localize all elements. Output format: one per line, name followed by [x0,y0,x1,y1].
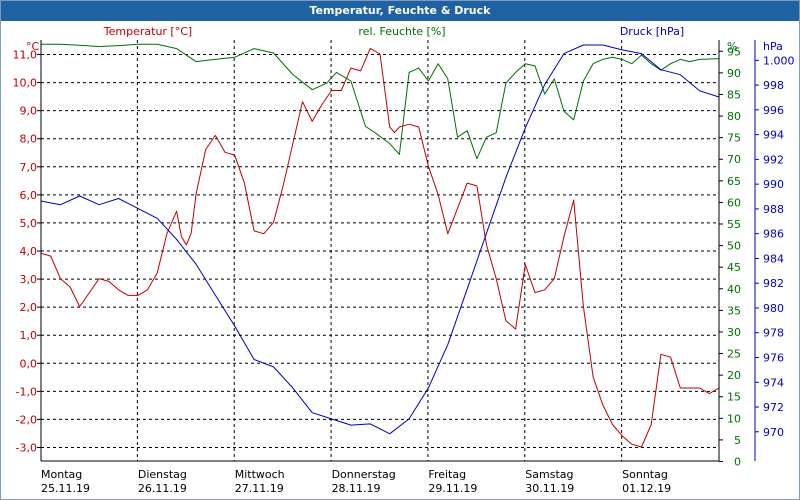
x-tick-date: 27.11.19 [235,482,284,495]
pressure-tick-label: 982 [763,277,784,290]
pressure-tick-label: 974 [763,376,784,389]
x-tick-day: Mittwoch [235,468,285,481]
temperature-tick-label: 8,0 [20,133,38,146]
temperature-tick-label: 2,0 [20,301,38,314]
humidity-tick-label: 45 [727,261,741,274]
x-tick-day: Donnerstag [332,468,396,481]
temperature-axis-title: Temperatur [°C] [103,25,192,38]
pressure-tick-label: 996 [763,104,784,117]
pressure-tick-label: 998 [763,79,784,92]
humidity-tick-label: 60 [727,196,741,209]
x-tick-date: 01.12.19 [622,482,671,495]
pressure-tick-label: 986 [763,228,784,241]
pressure-tick-label: 988 [763,203,784,216]
pressure-tick-label: 980 [763,302,784,315]
x-tick-day: Sonntag [622,468,668,481]
humidity-series-line [41,43,720,160]
humidity-tick-label: 25 [727,348,741,361]
humidity-tick-label: 50 [727,240,741,253]
humidity-tick-label: 40 [727,283,741,296]
humidity-tick-label: 55 [727,218,741,231]
x-tick-date: 25.11.19 [41,482,90,495]
temperature-unit: °C [26,40,40,53]
temperature-tick-label: -1,0 [16,385,37,398]
x-tick-date: 28.11.19 [332,482,381,495]
humidity-tick-label: 15 [727,391,741,404]
humidity-tick-label: 30 [727,326,741,339]
temperature-tick-label: 7,0 [20,161,38,174]
humidity-tick-label: 35 [727,304,741,317]
humidity-tick-label: 10 [727,412,741,425]
temperature-tick-label: -2,0 [16,413,37,426]
temperature-series-line [40,47,720,448]
x-tick-day: Freitag [428,468,466,481]
humidity-tick-label: 70 [727,153,741,166]
axes: 11,010,09,08,07,06,05,04,03,02,01,00,0-1… [13,40,795,495]
humidity-tick-label: 20 [727,369,741,382]
humidity-tick-label: 75 [727,132,741,145]
humidity-tick-label: 90 [727,67,741,80]
pressure-tick-label: 972 [763,401,784,414]
pressure-tick-label: 990 [763,178,784,191]
temperature-tick-label: 0,0 [20,357,38,370]
temperature-tick-label: 9,0 [20,105,38,118]
grid [41,40,719,461]
humidity-tick-label: 65 [727,175,741,188]
x-tick-day: Montag [41,468,82,481]
humidity-unit: % [727,40,737,53]
pressure-tick-label: 992 [763,153,784,166]
temperature-tick-label: 6,0 [20,189,38,202]
pressure-tick-label: 976 [763,351,784,364]
temperature-tick-label: 5,0 [20,217,38,230]
temperature-tick-label: -3,0 [16,441,37,454]
humidity-axis-title: rel. Feuchte [%] [358,25,445,38]
pressure-tick-label: 994 [763,129,784,142]
pressure-tick-label: 970 [763,426,784,439]
humidity-tick-label: 0 [734,456,741,469]
humidity-tick-label: 85 [727,88,741,101]
temperature-tick-label: 3,0 [20,273,38,286]
pressure-series-line [40,44,720,435]
weather-chart: 11,010,09,08,07,06,05,04,03,02,01,00,0-1… [13,25,795,495]
x-tick-day: Samstag [525,468,573,481]
x-tick-date: 26.11.19 [138,482,187,495]
x-tick-day: Dienstag [138,468,187,481]
pressure-tick-label: 984 [763,252,784,265]
pressure-tick-label: 1.000 [763,54,795,67]
humidity-tick-label: 5 [734,434,741,447]
pressure-axis-title: Druck [hPa] [620,25,684,38]
humidity-tick-label: 80 [727,110,741,123]
temperature-tick-label: 10,0 [13,77,38,90]
pressure-tick-label: 978 [763,327,784,340]
pressure-unit: hPa [763,40,783,53]
temperature-tick-label: 1,0 [20,329,38,342]
x-tick-date: 29.11.19 [428,482,477,495]
series-lines [40,43,720,448]
temperature-tick-label: 4,0 [20,245,38,258]
x-tick-date: 30.11.19 [525,482,574,495]
